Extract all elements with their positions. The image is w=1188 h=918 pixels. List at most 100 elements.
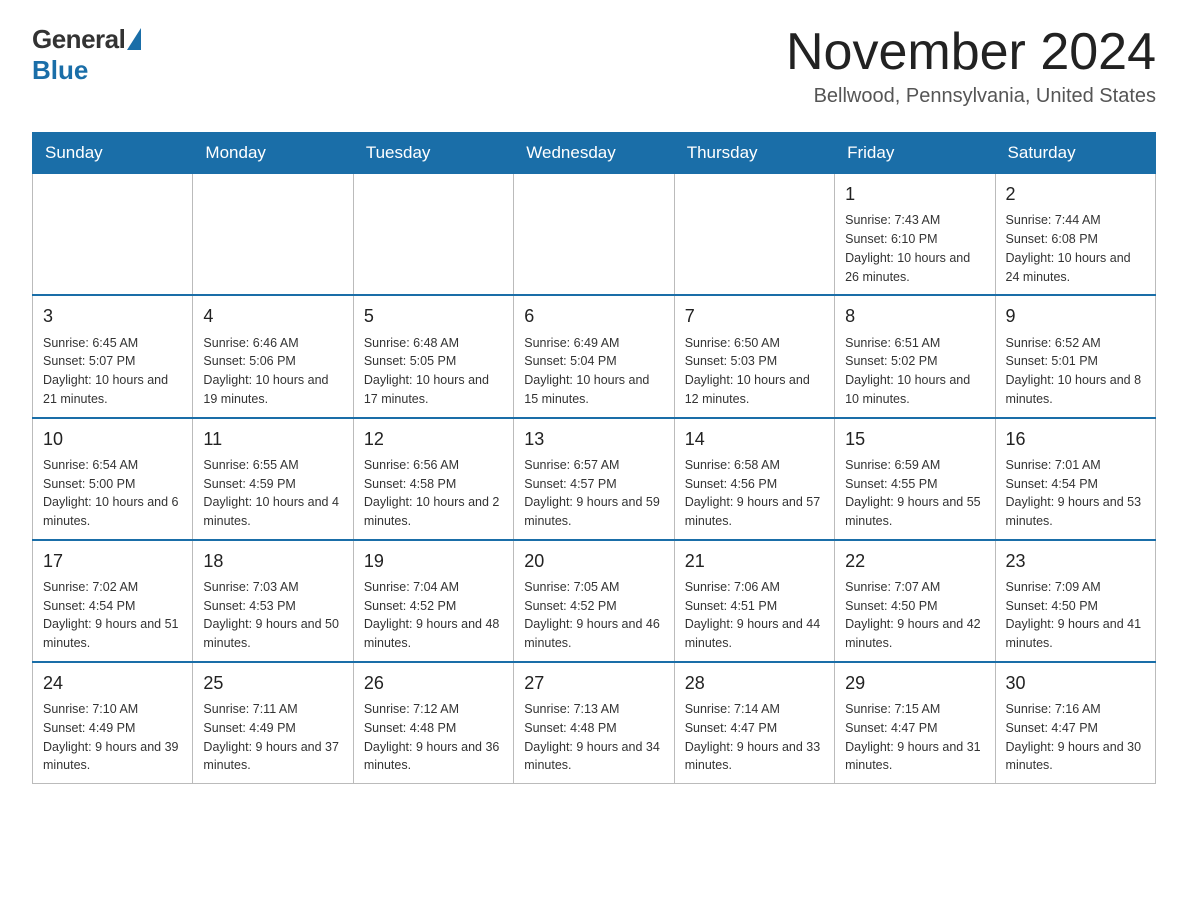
day-number: 21	[685, 549, 824, 574]
day-number: 28	[685, 671, 824, 696]
title-section: November 2024 Bellwood, Pennsylvania, Un…	[786, 24, 1156, 108]
calendar-cell: 27 Sunrise: 7:13 AM Sunset: 4:48 PM Dayli…	[514, 662, 674, 784]
calendar-cell: 3 Sunrise: 6:45 AM Sunset: 5:07 PM Daylig…	[33, 295, 193, 417]
calendar-cell: 6Sunrise: 6:49 AM Sunset: 5:04 PM Daylig…	[514, 295, 674, 417]
calendar-cell: 25 Sunrise: 7:11 AM Sunset: 4:49 PM Dayli…	[193, 662, 353, 784]
calendar-cell: 16 Sunrise: 7:01 AM Sunset: 4:54 PM Dayli…	[995, 418, 1155, 540]
day-info: Sunrise: 7:06 AM Sunset: 4:51 PM Dayligh…	[685, 578, 824, 653]
calendar-cell: 1Sunrise: 7:43 AM Sunset: 6:10 PM Daylig…	[835, 174, 995, 296]
logo: General Blue	[32, 24, 141, 86]
day-info: Sunrise: 6:51 AM Sunset: 5:02 PM Dayligh…	[845, 334, 984, 409]
calendar-cell: 26 Sunrise: 7:12 AM Sunset: 4:48 PM Dayli…	[353, 662, 513, 784]
calendar-cell: 24 Sunrise: 7:10 AM Sunset: 4:49 PM Dayli…	[33, 662, 193, 784]
day-of-week-header: Wednesday	[514, 133, 674, 174]
day-of-week-header: Friday	[835, 133, 995, 174]
day-info: Sunrise: 6:48 AM Sunset: 5:05 PM Dayligh…	[364, 334, 503, 409]
day-info: Sunrise: 6:58 AM Sunset: 4:56 PM Dayligh…	[685, 456, 824, 531]
month-title: November 2024	[786, 24, 1156, 81]
day-info: Sunrise: 7:44 AM Sunset: 6:08 PM Dayligh…	[1006, 211, 1145, 286]
day-number: 15	[845, 427, 984, 452]
day-info: Sunrise: 7:01 AM Sunset: 4:54 PM Dayligh…	[1006, 456, 1145, 531]
calendar-cell: 28 Sunrise: 7:14 AM Sunset: 4:47 PM Dayli…	[674, 662, 834, 784]
calendar-table: SundayMondayTuesdayWednesdayThursdayFrid…	[32, 132, 1156, 784]
day-number: 23	[1006, 549, 1145, 574]
day-number: 29	[845, 671, 984, 696]
day-of-week-header: Sunday	[33, 133, 193, 174]
calendar-cell: 22Sunrise: 7:07 AM Sunset: 4:50 PM Dayli…	[835, 540, 995, 662]
day-info: Sunrise: 7:03 AM Sunset: 4:53 PM Dayligh…	[203, 578, 342, 653]
day-info: Sunrise: 7:02 AM Sunset: 4:54 PM Dayligh…	[43, 578, 182, 653]
calendar-week-row: 1Sunrise: 7:43 AM Sunset: 6:10 PM Daylig…	[33, 174, 1156, 296]
day-number: 9	[1006, 304, 1145, 329]
day-number: 18	[203, 549, 342, 574]
calendar-cell: 21 Sunrise: 7:06 AM Sunset: 4:51 PM Dayli…	[674, 540, 834, 662]
day-number: 14	[685, 427, 824, 452]
calendar-cell: 29 Sunrise: 7:15 AM Sunset: 4:47 PM Dayli…	[835, 662, 995, 784]
calendar-cell: 2 Sunrise: 7:44 AM Sunset: 6:08 PM Daylig…	[995, 174, 1155, 296]
day-info: Sunrise: 6:52 AM Sunset: 5:01 PM Dayligh…	[1006, 334, 1145, 409]
day-info: Sunrise: 7:12 AM Sunset: 4:48 PM Dayligh…	[364, 700, 503, 775]
day-info: Sunrise: 7:14 AM Sunset: 4:47 PM Dayligh…	[685, 700, 824, 775]
day-number: 19	[364, 549, 503, 574]
day-info: Sunrise: 6:56 AM Sunset: 4:58 PM Dayligh…	[364, 456, 503, 531]
calendar-week-row: 24 Sunrise: 7:10 AM Sunset: 4:49 PM Dayli…	[33, 662, 1156, 784]
day-number: 7	[685, 304, 824, 329]
calendar-cell: 9 Sunrise: 6:52 AM Sunset: 5:01 PM Daylig…	[995, 295, 1155, 417]
calendar-cell: 7 Sunrise: 6:50 AM Sunset: 5:03 PM Daylig…	[674, 295, 834, 417]
day-info: Sunrise: 7:11 AM Sunset: 4:49 PM Dayligh…	[203, 700, 342, 775]
day-number: 12	[364, 427, 503, 452]
day-number: 20	[524, 549, 663, 574]
calendar-header-row: SundayMondayTuesdayWednesdayThursdayFrid…	[33, 133, 1156, 174]
day-number: 3	[43, 304, 182, 329]
day-info: Sunrise: 6:54 AM Sunset: 5:00 PM Dayligh…	[43, 456, 182, 531]
day-info: Sunrise: 6:50 AM Sunset: 5:03 PM Dayligh…	[685, 334, 824, 409]
logo-blue-text: Blue	[32, 55, 88, 86]
day-number: 2	[1006, 182, 1145, 207]
day-number: 26	[364, 671, 503, 696]
calendar-cell	[193, 174, 353, 296]
day-info: Sunrise: 7:05 AM Sunset: 4:52 PM Dayligh…	[524, 578, 663, 653]
calendar-cell: 30 Sunrise: 7:16 AM Sunset: 4:47 PM Dayli…	[995, 662, 1155, 784]
location-text: Bellwood, Pennsylvania, United States	[786, 85, 1156, 108]
day-info: Sunrise: 7:43 AM Sunset: 6:10 PM Dayligh…	[845, 211, 984, 286]
day-number: 27	[524, 671, 663, 696]
calendar-cell	[353, 174, 513, 296]
calendar-cell: 13Sunrise: 6:57 AM Sunset: 4:57 PM Dayli…	[514, 418, 674, 540]
day-number: 24	[43, 671, 182, 696]
calendar-cell: 20 Sunrise: 7:05 AM Sunset: 4:52 PM Dayli…	[514, 540, 674, 662]
day-info: Sunrise: 7:09 AM Sunset: 4:50 PM Dayligh…	[1006, 578, 1145, 653]
calendar-cell: 10 Sunrise: 6:54 AM Sunset: 5:00 PM Dayli…	[33, 418, 193, 540]
day-info: Sunrise: 7:15 AM Sunset: 4:47 PM Dayligh…	[845, 700, 984, 775]
calendar-cell: 15 Sunrise: 6:59 AM Sunset: 4:55 PM Dayli…	[835, 418, 995, 540]
day-number: 10	[43, 427, 182, 452]
logo-general-text: General	[32, 24, 125, 55]
day-number: 25	[203, 671, 342, 696]
day-number: 11	[203, 427, 342, 452]
calendar-cell: 18 Sunrise: 7:03 AM Sunset: 4:53 PM Dayli…	[193, 540, 353, 662]
day-info: Sunrise: 7:16 AM Sunset: 4:47 PM Dayligh…	[1006, 700, 1145, 775]
calendar-cell: 23 Sunrise: 7:09 AM Sunset: 4:50 PM Dayli…	[995, 540, 1155, 662]
day-number: 6	[524, 304, 663, 329]
calendar-week-row: 10 Sunrise: 6:54 AM Sunset: 5:00 PM Dayli…	[33, 418, 1156, 540]
calendar-cell: 12 Sunrise: 6:56 AM Sunset: 4:58 PM Dayli…	[353, 418, 513, 540]
day-number: 5	[364, 304, 503, 329]
calendar-cell: 11 Sunrise: 6:55 AM Sunset: 4:59 PM Dayli…	[193, 418, 353, 540]
calendar-cell	[674, 174, 834, 296]
day-info: Sunrise: 6:59 AM Sunset: 4:55 PM Dayligh…	[845, 456, 984, 531]
day-info: Sunrise: 6:55 AM Sunset: 4:59 PM Dayligh…	[203, 456, 342, 531]
day-info: Sunrise: 6:46 AM Sunset: 5:06 PM Dayligh…	[203, 334, 342, 409]
day-info: Sunrise: 6:57 AM Sunset: 4:57 PM Dayligh…	[524, 456, 663, 531]
day-info: Sunrise: 7:07 AM Sunset: 4:50 PM Dayligh…	[845, 578, 984, 653]
calendar-cell: 14 Sunrise: 6:58 AM Sunset: 4:56 PM Dayli…	[674, 418, 834, 540]
day-number: 4	[203, 304, 342, 329]
day-info: Sunrise: 7:04 AM Sunset: 4:52 PM Dayligh…	[364, 578, 503, 653]
calendar-cell: 8Sunrise: 6:51 AM Sunset: 5:02 PM Daylig…	[835, 295, 995, 417]
calendar-cell: 5 Sunrise: 6:48 AM Sunset: 5:05 PM Daylig…	[353, 295, 513, 417]
day-of-week-header: Thursday	[674, 133, 834, 174]
calendar-cell: 17Sunrise: 7:02 AM Sunset: 4:54 PM Dayli…	[33, 540, 193, 662]
day-info: Sunrise: 7:13 AM Sunset: 4:48 PM Dayligh…	[524, 700, 663, 775]
day-info: Sunrise: 7:10 AM Sunset: 4:49 PM Dayligh…	[43, 700, 182, 775]
day-info: Sunrise: 6:45 AM Sunset: 5:07 PM Dayligh…	[43, 334, 182, 409]
day-number: 30	[1006, 671, 1145, 696]
day-number: 16	[1006, 427, 1145, 452]
